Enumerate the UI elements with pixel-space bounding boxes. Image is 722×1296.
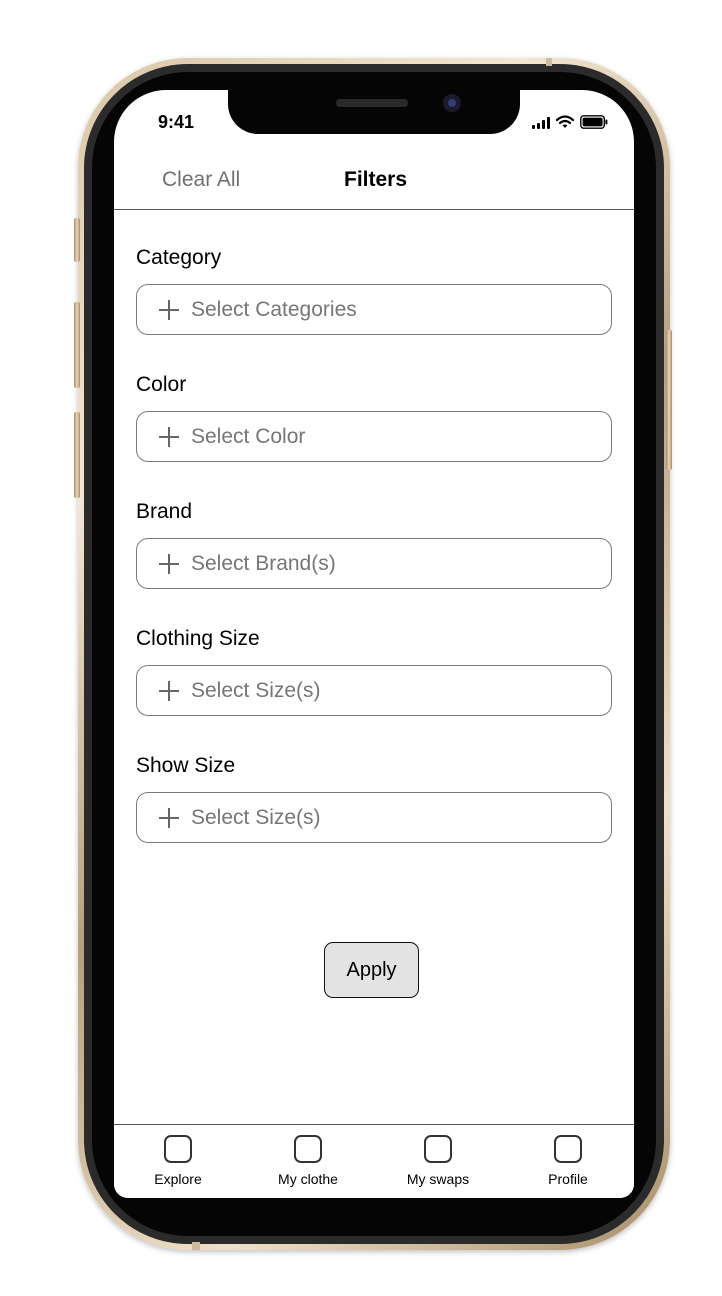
filter-show-size: Show Size Select Size(s) xyxy=(136,752,614,843)
filter-label: Show Size xyxy=(136,754,236,777)
volume-up-button xyxy=(74,302,80,388)
page-title: Filters xyxy=(344,168,408,191)
tab-explore[interactable]: Explore xyxy=(123,1135,233,1187)
wifi-icon xyxy=(556,115,574,129)
filter-category: Category Select Categories xyxy=(136,244,614,335)
filter-label: Category xyxy=(136,246,222,269)
field-placeholder: Select Size(s) xyxy=(191,678,321,702)
select-categories-field[interactable]: Select Categories xyxy=(136,284,612,335)
select-show-size-field[interactable]: Select Size(s) xyxy=(136,792,612,843)
status-icons xyxy=(532,115,608,129)
front-camera xyxy=(443,94,461,112)
plus-icon xyxy=(159,299,179,320)
tab-label: My clothe xyxy=(278,1171,338,1187)
field-placeholder: Select Color xyxy=(191,424,306,448)
square-icon xyxy=(294,1135,322,1163)
apply-button[interactable]: Apply xyxy=(324,942,419,998)
filter-brand: Brand Select Brand(s) xyxy=(136,498,614,589)
tab-my-swaps[interactable]: My swaps xyxy=(383,1135,493,1187)
signal-icon xyxy=(532,117,550,129)
select-color-field[interactable]: Select Color xyxy=(136,411,612,462)
select-clothing-size-field[interactable]: Select Size(s) xyxy=(136,665,612,716)
tab-bar: Explore My clothe My swaps Profile xyxy=(114,1124,634,1198)
tab-label: My swaps xyxy=(406,1171,470,1187)
tab-profile[interactable]: Profile xyxy=(513,1135,623,1187)
field-placeholder: Select Categories xyxy=(191,297,357,321)
tab-label: Profile xyxy=(548,1171,588,1187)
square-icon xyxy=(424,1135,452,1163)
square-icon xyxy=(164,1135,192,1163)
filter-clothing-size: Clothing Size Select Size(s) xyxy=(136,625,614,716)
plus-icon xyxy=(159,553,179,574)
notch xyxy=(228,90,520,134)
antenna-line-top xyxy=(546,58,552,66)
field-placeholder: Select Brand(s) xyxy=(191,551,336,575)
tab-my-clothe[interactable]: My clothe xyxy=(253,1135,363,1187)
status-time: 9:41 xyxy=(158,112,195,132)
mute-switch xyxy=(74,218,80,262)
power-button xyxy=(666,330,672,470)
filter-label: Color xyxy=(136,373,187,396)
plus-icon xyxy=(159,426,179,447)
nav-header: Clear All Filters xyxy=(114,160,634,210)
clear-all-button[interactable]: Clear All xyxy=(162,168,240,192)
volume-down-button xyxy=(74,412,80,498)
field-placeholder: Select Size(s) xyxy=(191,805,321,829)
plus-icon xyxy=(159,807,179,828)
select-brand-field[interactable]: Select Brand(s) xyxy=(136,538,612,589)
plus-icon xyxy=(159,680,179,701)
speaker-grille xyxy=(336,99,408,107)
battery-icon xyxy=(580,115,608,129)
filter-color: Color Select Color xyxy=(136,371,614,462)
filter-label: Brand xyxy=(136,500,193,523)
tab-label: Explore xyxy=(154,1171,202,1187)
filter-label: Clothing Size xyxy=(136,627,260,650)
phone-screen: 9:41 Clear All Filters Category Select C… xyxy=(114,90,634,1198)
antenna-line-bottom xyxy=(192,1242,200,1250)
square-icon xyxy=(554,1135,582,1163)
